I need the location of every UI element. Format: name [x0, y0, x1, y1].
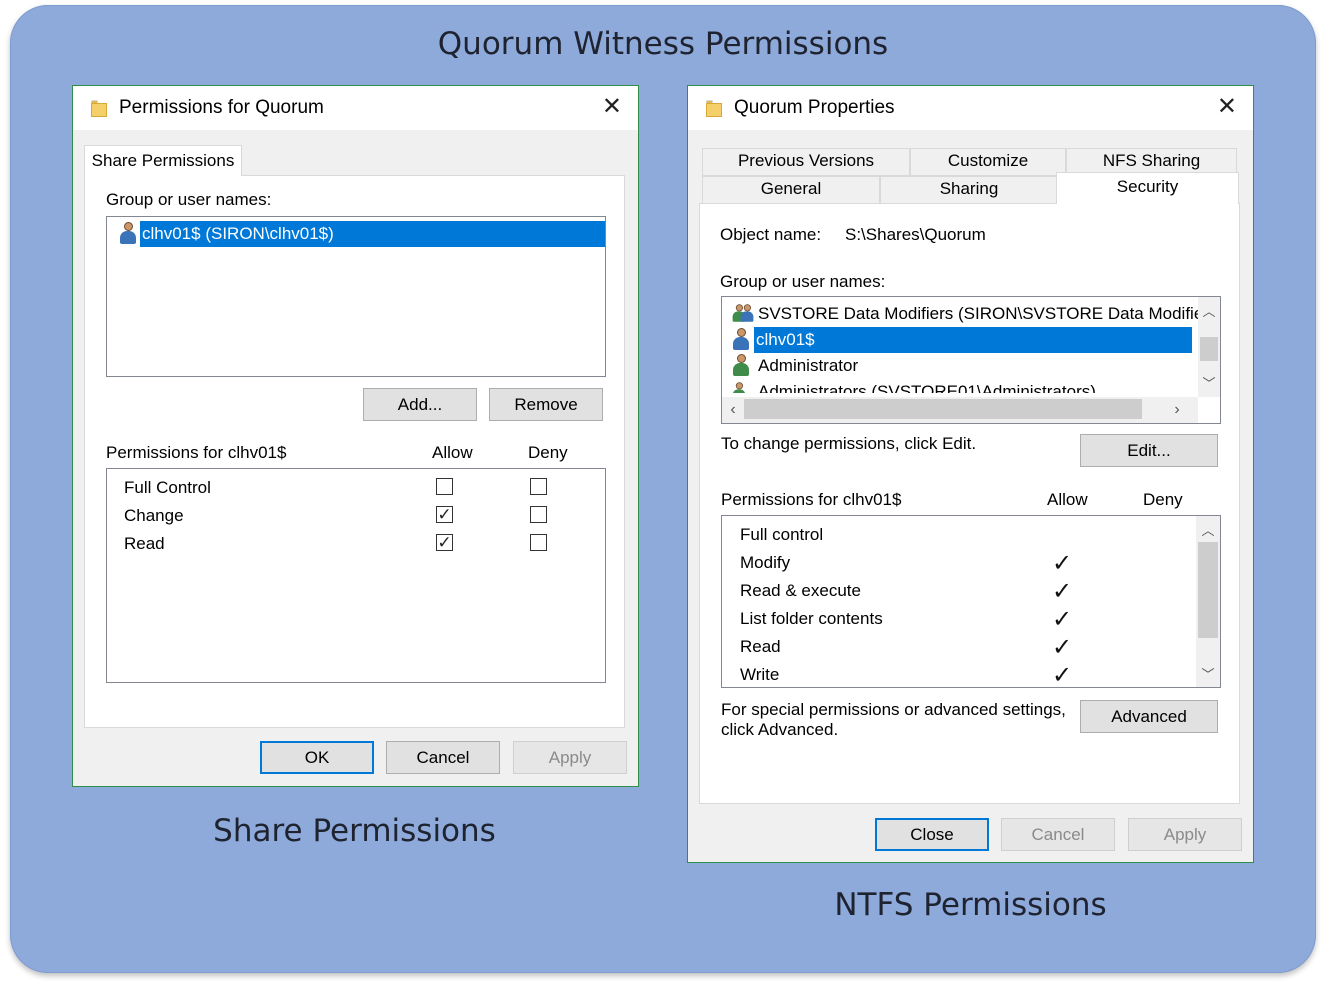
main-title: Quorum Witness Permissions	[437, 26, 889, 62]
share-permissions-dialog: Permissions for Quorum ✕ Share Permissio…	[72, 85, 639, 787]
list-item-label: clhv01$	[754, 327, 1192, 353]
allow-full-control-checkbox[interactable]	[436, 478, 453, 495]
vertical-scrollbar[interactable]: ︿ ﹀	[1196, 516, 1220, 687]
perm-name-change: Change	[124, 506, 184, 525]
allow-header: Allow	[432, 443, 473, 462]
ntfs-group-label: Group or user names:	[720, 272, 886, 291]
share-dialog-titlebar: Permissions for Quorum ✕	[73, 86, 638, 130]
list-item-label: Administrators (SVSTORE01\Administrators…	[758, 382, 1096, 393]
ntfs-dialog-title: Quorum Properties	[734, 97, 895, 118]
user-icon	[732, 328, 750, 350]
scrollbar-thumb[interactable]	[1198, 542, 1218, 638]
close-icon[interactable]: ✕	[602, 92, 622, 121]
special-permissions-text-2: click Advanced.	[721, 720, 839, 739]
scroll-up-icon[interactable]: ︿	[1196, 520, 1220, 539]
deny-full-control-checkbox[interactable]	[530, 478, 547, 495]
ntfs-caption: NTFS Permissions	[834, 887, 1107, 923]
list-item[interactable]: SVSTORE Data Modifiers (SIRON\SVSTORE Da…	[730, 301, 1203, 327]
allow-read-checkbox[interactable]: ✓	[436, 534, 453, 551]
scroll-down-icon[interactable]: ﹀	[1198, 373, 1220, 392]
folder-icon	[706, 100, 722, 117]
add-button[interactable]: Add...	[363, 388, 477, 421]
apply-button[interactable]: Apply	[513, 741, 627, 774]
folder-icon	[91, 100, 107, 117]
share-dialog-title: Permissions for Quorum	[119, 97, 324, 118]
scroll-right-icon[interactable]: ›	[1170, 401, 1184, 419]
ntfs-properties-dialog: Quorum Properties ✕ Previous Versions Cu…	[687, 85, 1254, 863]
allow-read-execute-check-icon: ✓	[1052, 578, 1073, 605]
scroll-down-icon[interactable]: ﹀	[1196, 664, 1220, 683]
ntfs-dialog-titlebar: Quorum Properties ✕	[688, 86, 1253, 130]
share-perm-label: Permissions for clhv01$	[106, 443, 287, 462]
edit-button[interactable]: Edit...	[1080, 434, 1218, 467]
ntfs-perm-label: Permissions for clhv01$	[721, 490, 902, 509]
deny-header: Deny	[528, 443, 568, 462]
list-item[interactable]: clhv01$	[730, 327, 1192, 353]
user-icon	[732, 354, 750, 376]
change-permissions-text: To change permissions, click Edit.	[721, 434, 977, 453]
perm-name-list-folder: List folder contents	[740, 609, 883, 628]
allow-write-check-icon: ✓	[1052, 662, 1073, 688]
share-caption: Share Permissions	[213, 813, 496, 849]
allow-header: Allow	[1047, 490, 1088, 509]
tab-previous-versions[interactable]: Previous Versions	[702, 148, 910, 176]
allow-list-folder-check-icon: ✓	[1052, 606, 1073, 633]
perm-name-modify: Modify	[740, 553, 791, 572]
special-permissions-text-1: For special permissions or advanced sett…	[721, 700, 1066, 719]
perm-name-read: Read	[124, 534, 165, 553]
deny-read-checkbox[interactable]	[530, 534, 547, 551]
scrollbar-thumb[interactable]	[744, 399, 1142, 419]
group-icon	[730, 302, 754, 324]
list-item[interactable]: Administrators (SVSTORE01\Administrators…	[730, 379, 1192, 393]
allow-change-checkbox[interactable]: ✓	[436, 506, 453, 523]
scrollbar-thumb[interactable]	[1200, 337, 1218, 361]
perm-name-full-control: Full control	[740, 525, 824, 544]
advanced-button[interactable]: Advanced	[1080, 700, 1218, 733]
remove-button[interactable]: Remove	[489, 388, 603, 421]
list-item-label: SVSTORE Data Modifiers (SIRON\SVSTORE Da…	[758, 304, 1204, 323]
perm-name-read: Read	[740, 637, 781, 656]
tab-sharing[interactable]: Sharing	[880, 176, 1058, 204]
perm-name-read-execute: Read & execute	[740, 581, 861, 600]
deny-header: Deny	[1143, 490, 1183, 509]
share-permission-list: Full Control Change ✓ Read ✓	[106, 468, 606, 683]
perm-name-full-control: Full Control	[124, 478, 211, 497]
deny-change-checkbox[interactable]	[530, 506, 547, 523]
scroll-up-icon[interactable]: ︿	[1198, 301, 1220, 320]
tab-customize[interactable]: Customize	[910, 148, 1066, 176]
allow-read-check-icon: ✓	[1052, 634, 1073, 661]
user-icon	[119, 222, 137, 244]
object-name-value: S:\Shares\Quorum	[845, 225, 986, 244]
perm-name-write: Write	[740, 665, 780, 684]
scroll-left-icon[interactable]: ‹	[726, 401, 740, 419]
list-item-label: clhv01$ (SIRON\clhv01$)	[140, 221, 605, 247]
horizontal-scrollbar[interactable]: ‹ ›	[722, 397, 1198, 423]
tab-share-permissions[interactable]: Share Permissions	[84, 145, 242, 176]
object-name-label: Object name:	[720, 225, 822, 244]
ntfs-user-list[interactable]: SVSTORE Data Modifiers (SIRON\SVSTORE Da…	[721, 296, 1221, 424]
ok-button[interactable]: OK	[260, 741, 374, 774]
list-item[interactable]: Administrator	[730, 353, 1192, 379]
cancel-button[interactable]: Cancel	[1001, 818, 1115, 851]
share-group-label: Group or user names:	[106, 190, 272, 209]
list-item[interactable]: clhv01$ (SIRON\clhv01$)	[115, 221, 605, 247]
tab-security[interactable]: Security	[1056, 172, 1239, 204]
apply-button[interactable]: Apply	[1128, 818, 1242, 851]
group-icon	[730, 380, 754, 393]
ntfs-permission-list: Full control Modify ✓ Read & execute ✓ L…	[721, 515, 1221, 688]
tab-general[interactable]: General	[702, 176, 880, 204]
list-item-label: Administrator	[758, 356, 859, 375]
cancel-button[interactable]: Cancel	[386, 741, 500, 774]
vertical-scrollbar[interactable]: ︿ ﹀	[1198, 297, 1220, 397]
share-user-list[interactable]: clhv01$ (SIRON\clhv01$)	[106, 216, 606, 377]
close-button[interactable]: Close	[875, 818, 989, 851]
allow-modify-check-icon: ✓	[1052, 550, 1073, 577]
close-icon[interactable]: ✕	[1217, 92, 1237, 121]
